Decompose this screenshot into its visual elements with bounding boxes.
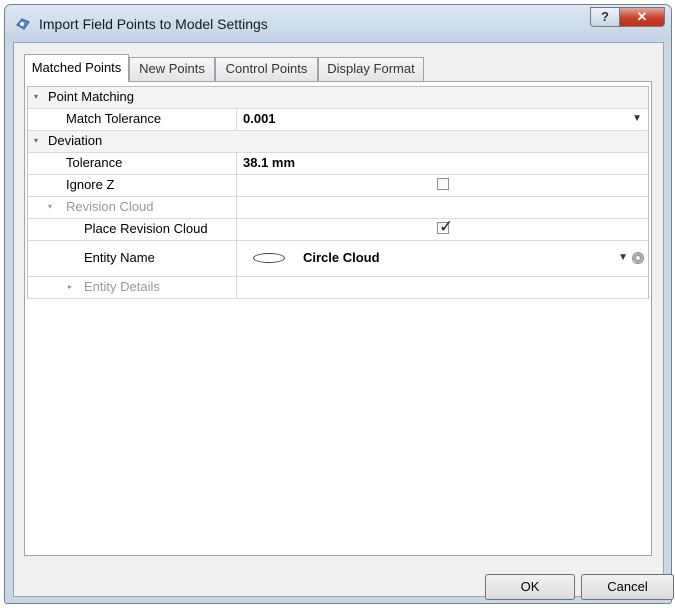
match-tolerance-dropdown[interactable]: 0.001 ▼ <box>237 109 648 130</box>
category-deviation[interactable]: ▾ Deviation <box>28 131 648 153</box>
dropdown-arrow-icon[interactable]: ▼ <box>618 241 628 275</box>
property-label: Entity Name <box>84 250 155 265</box>
tab-new-points[interactable]: New Points <box>129 57 215 81</box>
tab-display-format[interactable]: Display Format <box>318 57 424 81</box>
property-label: Ignore Z <box>66 177 115 192</box>
category-label: Entity Details <box>84 279 160 294</box>
gear-icon[interactable] <box>632 252 644 264</box>
tab-panel: ▾ Point Matching Match Tolerance 0.001 ▼ <box>24 81 652 556</box>
window-title: Import Field Points to Model Settings <box>39 16 268 32</box>
property-label: Tolerance <box>66 155 123 170</box>
collapse-arrow-icon[interactable]: ▸ <box>68 277 72 297</box>
property-row-ignore-z[interactable]: Ignore Z <box>28 175 648 197</box>
dialog-window: Import Field Points to Model Settings ? … <box>4 4 674 604</box>
expand-arrow-icon[interactable]: ▾ <box>34 131 38 151</box>
checkmark-icon: ✓ <box>439 217 454 236</box>
category-point-matching[interactable]: ▾ Point Matching <box>28 87 648 109</box>
cancel-button[interactable]: Cancel <box>581 574 674 600</box>
dialog-client: Matched Points New Points Control Points… <box>13 42 674 600</box>
title-bar[interactable]: Import Field Points to Model Settings ? … <box>5 5 671 41</box>
property-row-place-revision-cloud[interactable]: Place Revision Cloud ✓ <box>28 217 648 241</box>
tab-matched-points[interactable]: Matched Points <box>24 54 129 82</box>
property-row-tolerance[interactable]: Tolerance 38.1 mm <box>28 153 648 175</box>
match-tolerance-value: 0.001 <box>243 111 276 126</box>
property-row-entity-name[interactable]: Entity Name Circle Cloud ▼ <box>28 241 648 277</box>
tolerance-value: 38.1 mm <box>243 155 296 170</box>
tab-control-points[interactable]: Control Points <box>215 57 318 81</box>
place-revision-cloud-checkbox[interactable]: ✓ <box>437 217 453 236</box>
property-label: Match Tolerance <box>66 111 162 126</box>
entity-name-value: Circle Cloud <box>303 250 380 265</box>
category-label: Deviation <box>48 133 103 148</box>
category-revision-cloud[interactable]: ▾ Revision Cloud <box>28 197 648 219</box>
entity-name-dropdown[interactable]: Circle Cloud ▼ <box>237 241 648 276</box>
property-grid: ▾ Point Matching Match Tolerance 0.001 ▼ <box>27 86 649 299</box>
app-icon <box>16 18 30 30</box>
tolerance-field[interactable]: 38.1 mm <box>237 153 648 174</box>
close-button[interactable]: ✕ <box>619 7 665 27</box>
expand-arrow-icon[interactable]: ▾ <box>48 197 52 217</box>
property-label: Place Revision Cloud <box>84 221 208 236</box>
ellipse-icon <box>253 253 285 263</box>
property-row-match-tolerance[interactable]: Match Tolerance 0.001 ▼ <box>28 109 648 131</box>
expand-arrow-icon[interactable]: ▾ <box>34 87 38 107</box>
ok-button[interactable]: OK <box>485 574 575 600</box>
dropdown-arrow-icon[interactable]: ▼ <box>632 109 642 129</box>
ignore-z-checkbox[interactable] <box>437 178 449 190</box>
category-label: Revision Cloud <box>66 199 154 214</box>
category-entity-details[interactable]: ▸ Entity Details <box>28 277 648 299</box>
help-button[interactable]: ? <box>590 7 620 27</box>
category-label: Point Matching <box>48 89 134 104</box>
